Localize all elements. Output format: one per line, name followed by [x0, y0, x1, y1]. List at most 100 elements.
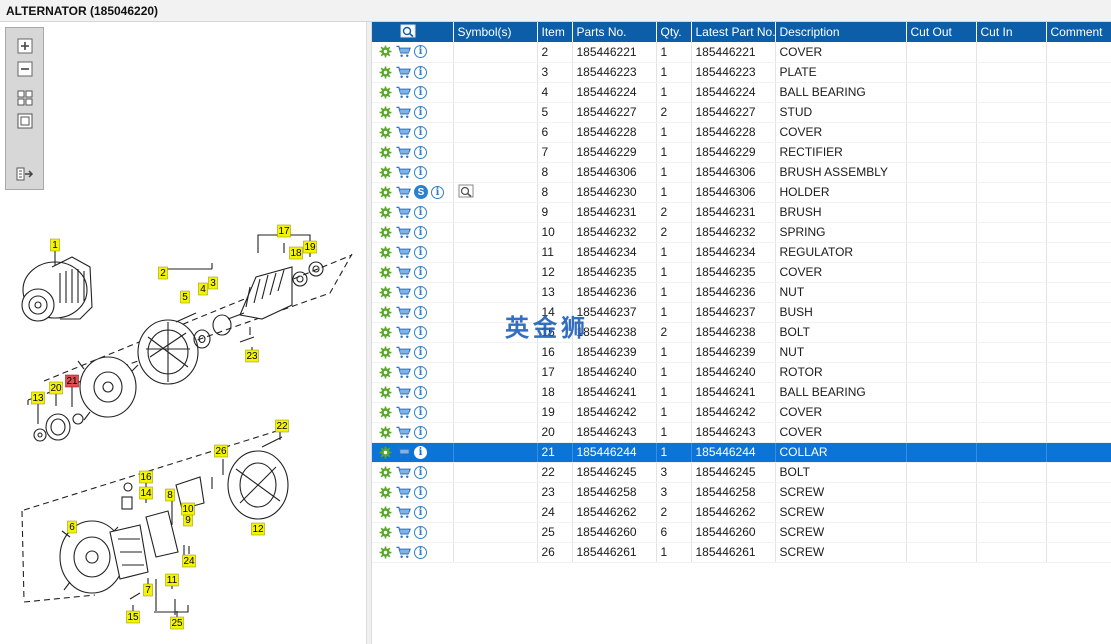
zoom-in-icon[interactable]	[15, 36, 35, 56]
cart-icon[interactable]	[396, 525, 411, 540]
column-header-cut-out[interactable]: Cut Out	[906, 22, 977, 42]
info-icon[interactable]: i	[414, 425, 427, 439]
table-row[interactable]: i 6 185446228 1 185446228 COVER	[372, 122, 1111, 143]
cart-icon[interactable]	[396, 165, 411, 180]
info-icon[interactable]: i	[414, 265, 427, 279]
cart-icon[interactable]	[396, 105, 411, 120]
callout-16[interactable]: 16	[139, 470, 153, 484]
gear-icon[interactable]	[378, 385, 393, 400]
cart-icon[interactable]	[396, 185, 411, 200]
table-row[interactable]: i 7 185446229 1 185446229 RECTIFIER	[372, 142, 1111, 163]
cart-icon[interactable]	[396, 245, 411, 260]
fit-all-icon[interactable]	[15, 88, 35, 108]
search-icon[interactable]	[400, 24, 416, 38]
info-icon[interactable]: i	[414, 445, 427, 459]
info-icon[interactable]: i	[414, 245, 427, 259]
callout-2[interactable]: 2	[158, 266, 168, 280]
callout-21[interactable]: 21	[65, 374, 79, 388]
gear-icon[interactable]	[378, 225, 393, 240]
column-header-actions[interactable]	[372, 22, 454, 42]
table-row[interactable]: i 18 185446241 1 185446241 BALL BEARING	[372, 382, 1111, 403]
cart-icon[interactable]	[396, 125, 411, 140]
table-row[interactable]: i 14 185446237 1 185446237 BUSH	[372, 302, 1111, 323]
cart-icon[interactable]	[396, 485, 411, 500]
gear-icon[interactable]	[378, 305, 393, 320]
column-header-latest-part-no[interactable]: Latest Part No.	[691, 22, 776, 42]
s-badge-icon[interactable]: S	[414, 185, 428, 199]
info-icon[interactable]: i	[414, 225, 427, 239]
table-row[interactable]: i 21 185446244 1 185446244 COLLAR	[372, 442, 1111, 463]
gear-icon[interactable]	[378, 245, 393, 260]
info-icon[interactable]: i	[414, 165, 427, 179]
callout-6[interactable]: 6	[67, 520, 77, 534]
callout-15[interactable]: 15	[126, 610, 140, 624]
callout-20[interactable]: 20	[49, 381, 63, 395]
callout-14[interactable]: 14	[139, 486, 153, 500]
gear-icon[interactable]	[378, 105, 393, 120]
table-row[interactable]: i 4 185446224 1 185446224 BALL BEARING	[372, 82, 1111, 103]
column-header-description[interactable]: Description	[775, 22, 907, 42]
table-row[interactable]: i 26 185446261 1 185446261 SCREW	[372, 542, 1111, 563]
cart-icon[interactable]	[396, 425, 411, 440]
info-icon[interactable]: i	[414, 545, 427, 559]
info-icon[interactable]: i	[414, 305, 427, 319]
cart-icon[interactable]	[396, 545, 411, 560]
info-icon[interactable]: i	[414, 285, 427, 299]
table-row[interactable]: i 16 185446239 1 185446239 NUT	[372, 342, 1111, 363]
info-icon[interactable]: i	[414, 105, 427, 119]
gear-icon[interactable]	[378, 345, 393, 360]
gear-icon[interactable]	[378, 44, 393, 59]
exploded-diagram[interactable]: 1234567891011121314151617181920212223242…	[0, 207, 366, 637]
gear-icon[interactable]	[378, 325, 393, 340]
table-row[interactable]: i 25 185446260 6 185446260 SCREW	[372, 522, 1111, 543]
gear-icon[interactable]	[378, 485, 393, 500]
callout-26[interactable]: 26	[214, 444, 228, 458]
gear-icon[interactable]	[378, 65, 393, 80]
callout-3[interactable]: 3	[208, 276, 218, 290]
callout-18[interactable]: 18	[289, 246, 303, 260]
cart-icon[interactable]	[396, 44, 411, 59]
cart-icon[interactable]	[396, 465, 411, 480]
callout-22[interactable]: 22	[275, 419, 289, 433]
gear-icon[interactable]	[378, 505, 393, 520]
callout-25[interactable]: 25	[170, 616, 184, 630]
cart-icon[interactable]	[396, 365, 411, 380]
fit-page-icon[interactable]	[15, 111, 35, 131]
cart-icon[interactable]	[396, 85, 411, 100]
table-row[interactable]: i 5 185446227 2 185446227 STUD	[372, 102, 1111, 123]
zoom-out-icon[interactable]	[15, 59, 35, 79]
cart-icon[interactable]	[396, 265, 411, 280]
cart-icon[interactable]	[396, 385, 411, 400]
cart-icon[interactable]	[396, 225, 411, 240]
callout-12[interactable]: 12	[251, 522, 265, 536]
info-icon[interactable]: i	[431, 185, 444, 199]
info-icon[interactable]: i	[414, 45, 427, 59]
info-icon[interactable]: i	[414, 145, 427, 159]
gear-icon[interactable]	[378, 525, 393, 540]
gear-icon[interactable]	[378, 125, 393, 140]
callout-23[interactable]: 23	[245, 349, 259, 363]
column-header-item[interactable]: Item	[537, 22, 573, 42]
info-icon[interactable]: i	[414, 505, 427, 519]
gear-icon[interactable]	[378, 285, 393, 300]
cart-icon[interactable]	[396, 445, 411, 460]
callout-13[interactable]: 13	[31, 391, 45, 405]
info-icon[interactable]: i	[414, 345, 427, 359]
gear-icon[interactable]	[378, 145, 393, 160]
table-row[interactable]: i 22 185446245 3 185446245 BOLT	[372, 462, 1111, 483]
magnifier-icon[interactable]	[458, 184, 474, 198]
gear-icon[interactable]	[378, 85, 393, 100]
cart-icon[interactable]	[396, 405, 411, 420]
table-row[interactable]: i 15 185446238 2 185446238 BOLT	[372, 322, 1111, 343]
column-header-qty[interactable]: Qty.	[656, 22, 692, 42]
callout-1[interactable]: 1	[50, 238, 60, 252]
info-icon[interactable]: i	[414, 405, 427, 419]
callout-4[interactable]: 4	[198, 282, 208, 296]
callout-17[interactable]: 17	[277, 224, 291, 238]
cart-icon[interactable]	[396, 145, 411, 160]
cart-icon[interactable]	[396, 305, 411, 320]
table-row[interactable]: i 8 185446306 1 185446306 BRUSH ASSEMBLY	[372, 162, 1111, 183]
info-icon[interactable]: i	[414, 125, 427, 139]
callout-7[interactable]: 7	[143, 583, 153, 597]
cart-icon[interactable]	[396, 65, 411, 80]
